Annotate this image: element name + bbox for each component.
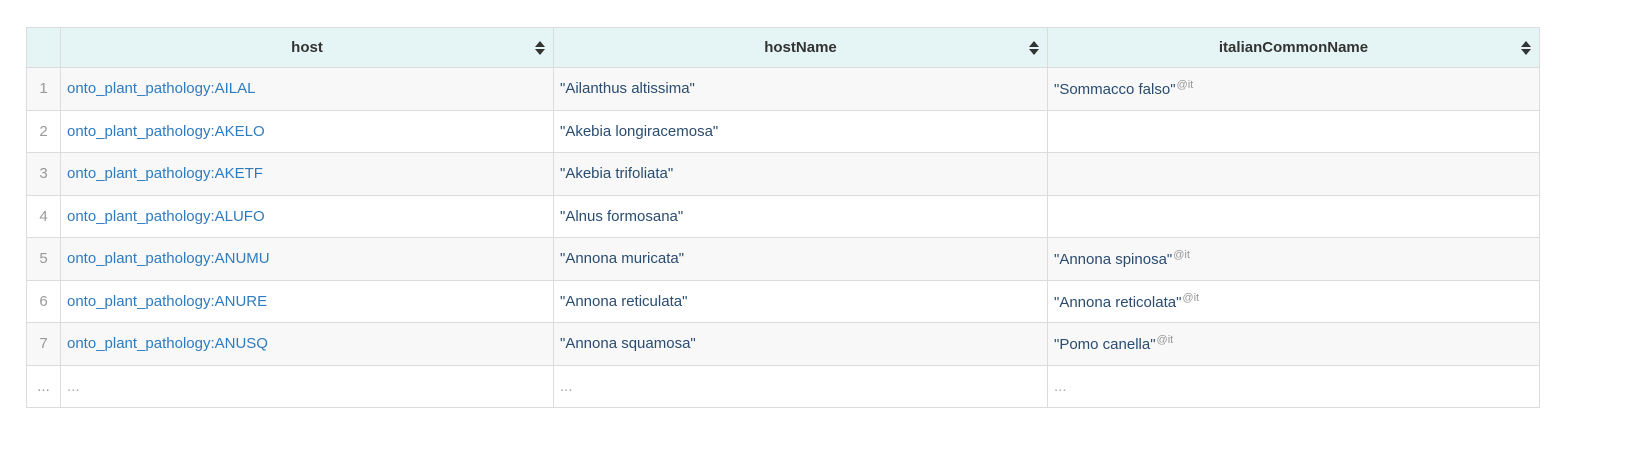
table-row: 3 onto_plant_pathology:AKETF "Akebia tri… (26, 152, 1540, 196)
italiancommonname-cell: "Annona spinosa"@it (1047, 237, 1540, 281)
language-tag: @it (1176, 79, 1194, 92)
table-row: 5 onto_plant_pathology:ANUMU "Annona mur… (26, 237, 1540, 281)
host-link[interactable]: onto_plant_pathology:AKETF (67, 165, 263, 182)
index-header (26, 27, 61, 68)
sort-icon[interactable] (1521, 41, 1531, 55)
language-tag: @it (1173, 249, 1190, 262)
table-row: 6 onto_plant_pathology:ANURE "Annona ret… (26, 279, 1540, 323)
italian-name-literal: "Annona reticolata" (1054, 293, 1182, 311)
column-header-hostname[interactable]: hostName (553, 27, 1048, 68)
host-link[interactable]: onto_plant_pathology:AKELO (67, 123, 265, 140)
hostname-cell: "Akebia trifoliata" (553, 152, 1048, 196)
hostname-literal: "Ailanthus altissima" (560, 80, 695, 98)
hostname-literal: "Alnus formosana" (560, 207, 684, 225)
host-link[interactable]: onto_plant_pathology:ALUFO (67, 208, 265, 225)
hostname-literal: "Annona squamosa" (560, 335, 696, 353)
hostname-literal: "Akebia trifoliata" (560, 165, 674, 183)
table-row: 4 onto_plant_pathology:ALUFO "Alnus form… (26, 194, 1540, 238)
italiancommonname-cell: ... (1047, 364, 1540, 408)
row-index: 4 (26, 194, 61, 238)
hostname-cell: ... (553, 364, 1048, 408)
header-row: host hostName italianCommonName (26, 27, 1540, 68)
italian-name-literal: "Annona spinosa" (1054, 251, 1173, 269)
row-index: 7 (26, 322, 61, 366)
italiancommonname-cell (1047, 109, 1540, 153)
hostname-literal: "Annona muricata" (560, 250, 685, 268)
host-cell: onto_plant_pathology:ANUSQ (60, 322, 554, 366)
italiancommonname-cell: "Annona reticolata"@it (1047, 279, 1540, 323)
row-index: ... (26, 364, 61, 408)
italian-name-literal: "Pomo canella" (1054, 336, 1156, 354)
row-index: 1 (26, 67, 61, 111)
results-table: host hostName italianCommonName 1 onto_p… (26, 27, 1540, 408)
row-index: 6 (26, 279, 61, 323)
row-index: 3 (26, 152, 61, 196)
italiancommonname-cell: "Pomo canella"@it (1047, 322, 1540, 366)
italiancommonname-cell (1047, 194, 1540, 238)
host-link[interactable]: onto_plant_pathology:ANUMU (67, 250, 270, 267)
hostname-literal: "Akebia longiracemosa" (560, 122, 719, 140)
hostname-cell: "Annona squamosa" (553, 322, 1048, 366)
hostname-cell: "Akebia longiracemosa" (553, 109, 1048, 153)
hostname-cell: "Annona reticulata" (553, 279, 1048, 323)
column-header-host[interactable]: host (60, 27, 554, 68)
row-index: 5 (26, 237, 61, 281)
row-index: 2 (26, 109, 61, 153)
italian-name-literal: "Sommacco falso" (1054, 81, 1176, 99)
host-cell: onto_plant_pathology:AILAL (60, 67, 554, 111)
host-cell: onto_plant_pathology:AKETF (60, 152, 554, 196)
sort-icon[interactable] (1029, 41, 1039, 55)
italiancommonname-cell (1047, 152, 1540, 196)
host-cell: onto_plant_pathology:AKELO (60, 109, 554, 153)
host-link[interactable]: onto_plant_pathology:ANURE (67, 293, 267, 310)
language-tag: @it (1156, 334, 1174, 347)
column-label: hostName (764, 39, 837, 56)
host-cell: ... (60, 364, 554, 408)
hostname-cell: "Ailanthus altissima" (553, 67, 1048, 111)
column-header-italiancommonname[interactable]: italianCommonName (1047, 27, 1540, 68)
table-row: 2 onto_plant_pathology:AKELO "Akebia lon… (26, 109, 1540, 153)
sort-icon[interactable] (535, 41, 545, 55)
host-link[interactable]: onto_plant_pathology:ANUSQ (67, 335, 268, 352)
hostname-cell: "Annona muricata" (553, 237, 1048, 281)
column-label: host (291, 39, 323, 56)
language-tag: @it (1182, 291, 1200, 304)
table-row: 7 onto_plant_pathology:ANUSQ "Annona squ… (26, 322, 1540, 366)
host-cell: onto_plant_pathology:ALUFO (60, 194, 554, 238)
host-cell: onto_plant_pathology:ANURE (60, 279, 554, 323)
host-link[interactable]: onto_plant_pathology:AILAL (67, 80, 256, 97)
hostname-cell: "Alnus formosana" (553, 194, 1048, 238)
host-cell: onto_plant_pathology:ANUMU (60, 237, 554, 281)
ellipsis-row: ... ... ... ... (26, 364, 1540, 408)
table-row: 1 onto_plant_pathology:AILAL "Ailanthus … (26, 67, 1540, 111)
column-label: italianCommonName (1218, 39, 1369, 56)
hostname-literal: "Annona reticulata" (560, 292, 688, 310)
italiancommonname-cell: "Sommacco falso"@it (1047, 67, 1540, 111)
